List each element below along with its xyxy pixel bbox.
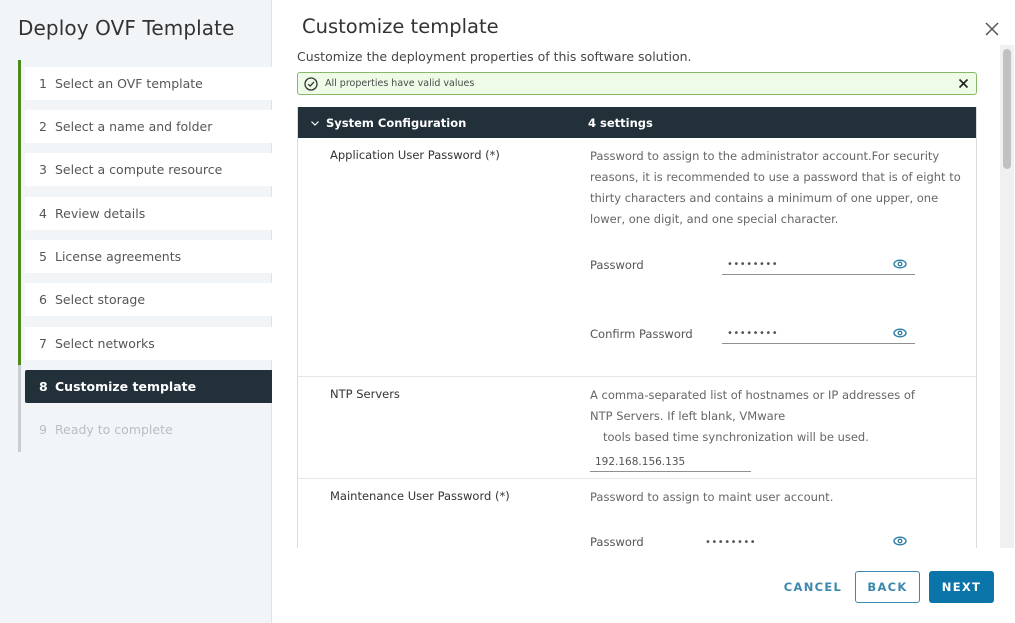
step-license-agreements[interactable]: 5 License agreements [25, 240, 272, 273]
next-button[interactable]: NEXT [929, 571, 994, 603]
step-number: 8 [39, 379, 48, 394]
progress-rail-completed [18, 60, 21, 365]
password-value: •••••••• [705, 536, 757, 548]
step-label: Select a compute resource [55, 162, 223, 177]
step-select-compute-resource[interactable]: 3 Select a compute resource [25, 153, 272, 186]
show-password-icon[interactable] [893, 536, 907, 546]
ntp-servers-input[interactable]: 192.168.156.135 [590, 453, 751, 472]
step-ready-to-complete: 9 Ready to complete [25, 413, 272, 446]
step-select-networks[interactable]: 7 Select networks [25, 327, 272, 360]
section-system-configuration[interactable]: System Configuration 4 settings [298, 107, 976, 138]
property-description: Password to assign to maint user account… [590, 490, 834, 504]
step-select-ovf-template[interactable]: 1 Select an OVF template [25, 67, 272, 100]
section-settings-count: 4 settings [588, 115, 653, 130]
alert-close-icon[interactable] [956, 76, 971, 91]
step-number: 5 [39, 249, 47, 264]
step-label: Customize template [55, 379, 197, 394]
step-number: 9 [39, 422, 47, 437]
step-select-storage[interactable]: 6 Select storage [25, 283, 272, 316]
step-label: Ready to complete [55, 422, 173, 437]
property-description: Password to assign to the administrator … [590, 149, 961, 226]
alert-message: All properties have valid values [325, 78, 475, 89]
step-number: 7 [39, 336, 47, 351]
step-customize-template[interactable]: 8 Customize template [25, 370, 272, 403]
property-description: A comma-separated list of hostnames or I… [590, 385, 965, 448]
step-number: 6 [39, 292, 47, 307]
password-input[interactable]: •••••••• [722, 255, 915, 275]
page-title: Customize template [302, 15, 499, 38]
step-label: Select an OVF template [55, 76, 203, 91]
show-password-icon[interactable] [893, 328, 907, 338]
step-number: 4 [39, 206, 47, 221]
step-label: Select a name and folder [55, 119, 213, 134]
password-value: •••••••• [727, 259, 779, 270]
vertical-scrollbar[interactable] [1000, 45, 1014, 548]
step-label: Select networks [55, 336, 155, 351]
show-password-icon[interactable] [893, 259, 907, 269]
wizard-title: Deploy OVF Template [18, 16, 235, 40]
close-dialog-icon[interactable] [983, 20, 1001, 38]
properties-panel: System Configuration 4 settings Applicat… [297, 107, 977, 548]
description-line: A comma-separated list of hostnames or I… [590, 388, 915, 423]
property-application-user-password: Application User Password (*) Password t… [298, 138, 976, 377]
step-label: Select storage [55, 292, 146, 307]
cancel-button[interactable]: CANCEL [778, 571, 848, 603]
scrollbar-thumb[interactable] [1003, 49, 1011, 169]
wizard-content: Customize template Customize the deploym… [273, 0, 1015, 623]
description-line: tools based time synchronization will be… [603, 430, 869, 444]
step-select-name-folder[interactable]: 2 Select a name and folder [25, 110, 272, 143]
step-number: 1 [39, 76, 47, 91]
step-number: 2 [39, 119, 47, 134]
confirm-password-label: Confirm Password [590, 327, 693, 341]
check-circle-icon [304, 76, 318, 91]
step-number: 3 [39, 162, 47, 177]
property-label: Maintenance User Password (*) [330, 489, 510, 503]
property-maintenance-user-password: Maintenance User Password (*) Password t… [298, 479, 976, 548]
step-review-details[interactable]: 4 Review details [25, 197, 272, 230]
password-label: Password [590, 535, 644, 548]
step-label: License agreements [55, 249, 182, 264]
section-title: System Configuration [326, 115, 467, 130]
page-subtitle: Customize the deployment properties of t… [297, 49, 692, 64]
property-label: NTP Servers [330, 387, 400, 401]
confirm-password-input[interactable]: •••••••• [722, 324, 915, 344]
property-ntp-servers: NTP Servers A comma-separated list of ho… [298, 377, 976, 479]
wizard-sidebar: Deploy OVF Template 1 Select an OVF temp… [0, 0, 272, 623]
back-button[interactable]: BACK [855, 571, 920, 603]
property-label: Application User Password (*) [330, 148, 500, 162]
step-label: Review details [55, 206, 146, 221]
chevron-down-icon [311, 120, 319, 126]
maintenance-password-input[interactable]: •••••••• [700, 532, 915, 548]
validation-alert: All properties have valid values [297, 72, 977, 95]
confirm-password-value: •••••••• [727, 328, 779, 339]
password-label: Password [590, 258, 644, 272]
